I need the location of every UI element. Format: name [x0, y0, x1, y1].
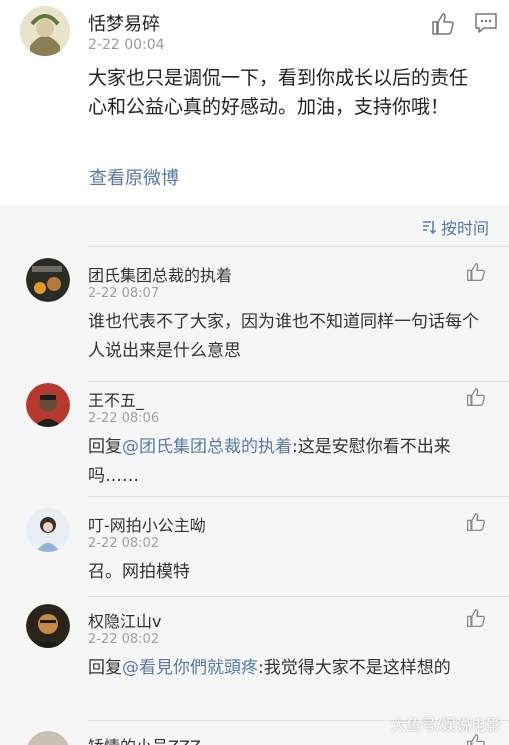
divider [88, 596, 509, 597]
sort-by-time-button[interactable]: 按时间 [421, 215, 489, 239]
divider [88, 381, 509, 382]
divider [88, 246, 509, 247]
avatar[interactable] [26, 731, 70, 745]
comments-section: 按时间 团氏集团总裁的执着 2-22 08:07 谁也代表不了大家，因为谁也不知… [0, 205, 509, 745]
reply-prefix: 回复 [88, 658, 122, 678]
comment-body: :我觉得大家不是这样想的 [258, 658, 451, 678]
username[interactable]: 恬梦易碎 [88, 10, 160, 36]
comment-username[interactable]: 矫情的小号ZZZ [88, 733, 201, 745]
comment-text: 谁也代表不了大家，因为谁也不知道同样一句话每个人说出来是什么意思 [88, 308, 483, 366]
main-post: 恬梦易碎 2-22 00:04 大家也只是调侃一下，看到你成长以后的责任心和公益… [0, 0, 509, 205]
comment-time: 2-22 08:02 [88, 632, 160, 647]
mention-link[interactable]: @团氏集团总裁的执着 [122, 437, 292, 457]
comment-icon[interactable] [474, 12, 498, 34]
comment-username[interactable]: 王不五_ [88, 387, 144, 411]
comment-text: 回复@团氏集团总裁的执着:这是安慰你看不出来吗…… [88, 433, 483, 491]
mention-link[interactable]: @看見你們就頭疼 [122, 658, 258, 678]
avatar[interactable] [26, 383, 70, 427]
comment-body: 谁也代表不了大家，因为谁也不知道同样一句话每个人说出来是什么意思 [88, 312, 479, 361]
comment-username[interactable]: 叮-网拍小公主呦 [88, 512, 206, 536]
comment-text: 回复@看見你們就頭疼:我觉得大家不是这样想的 [88, 654, 483, 683]
reply-prefix: 回复 [88, 437, 122, 457]
like-icon[interactable] [466, 512, 486, 532]
avatar[interactable] [20, 6, 70, 56]
comment-time: 2-22 08:02 [88, 536, 160, 551]
divider [88, 496, 509, 497]
comment-username[interactable]: 权隐江山v [88, 608, 161, 632]
like-icon[interactable] [466, 262, 486, 282]
comment-body: 召。网拍模特 [88, 562, 190, 582]
avatar[interactable] [26, 258, 70, 302]
post-time: 2-22 00:04 [88, 37, 165, 53]
comment-time: 2-22 08:07 [88, 286, 160, 301]
like-icon[interactable] [431, 12, 455, 36]
comment-text: 召。网拍模特 [88, 558, 483, 587]
comment-username[interactable]: 团氏集团总裁的执着 [88, 262, 232, 286]
avatar[interactable] [26, 508, 70, 552]
like-icon[interactable] [466, 608, 486, 628]
comment-time: 2-22 08:06 [88, 411, 160, 426]
avatar[interactable] [26, 604, 70, 648]
watermark: 大鱼号/娱说电影 [390, 716, 501, 734]
post-text: 大家也只是调侃一下，看到你成长以后的责任心和公益心真的好感动。加油，支持你哦！ [88, 67, 469, 118]
sort-icon [422, 221, 437, 235]
like-icon[interactable] [466, 387, 486, 407]
view-original-link[interactable]: 查看原微博 [89, 164, 179, 190]
sort-label: 按时间 [440, 219, 489, 238]
